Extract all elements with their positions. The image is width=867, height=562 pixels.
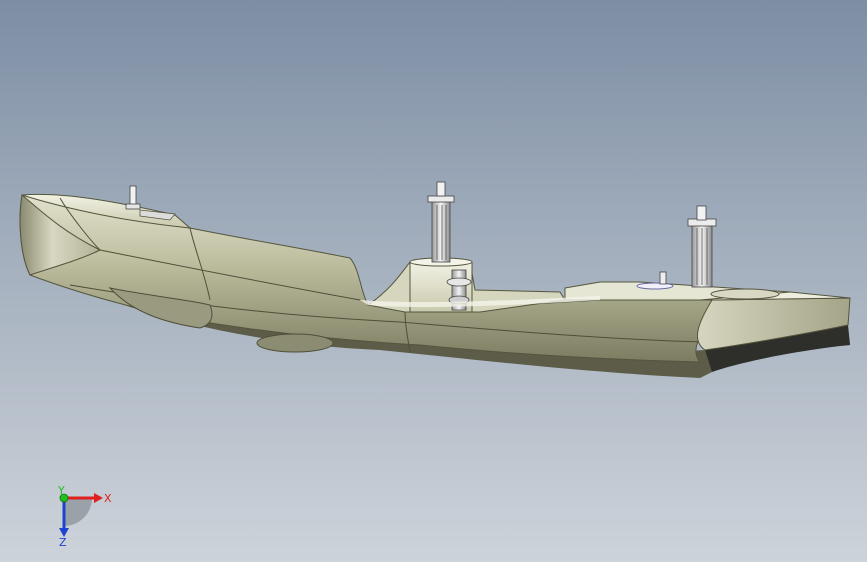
midship-crane-cap [446, 277, 472, 287]
aft-mast [687, 205, 717, 288]
hull-bulb [256, 333, 334, 353]
x-axis-label: X [104, 492, 112, 505]
aft-hatch [710, 288, 780, 300]
midship-mast [427, 181, 455, 263]
forward-post [125, 185, 141, 210]
aft-post [659, 271, 667, 285]
z-axis-label: Z [59, 536, 67, 548]
coordinate-triad: X Y Z [57, 484, 112, 548]
aft-fitting [636, 282, 674, 290]
y-axis-label: Y [57, 484, 65, 497]
ship-model[interactable] [0, 0, 867, 562]
triad-shadow [64, 498, 92, 526]
x-axis-arrow-icon [94, 493, 103, 503]
hull-side [19, 194, 713, 363]
graphics-viewport[interactable]: X Y Z [0, 0, 867, 562]
